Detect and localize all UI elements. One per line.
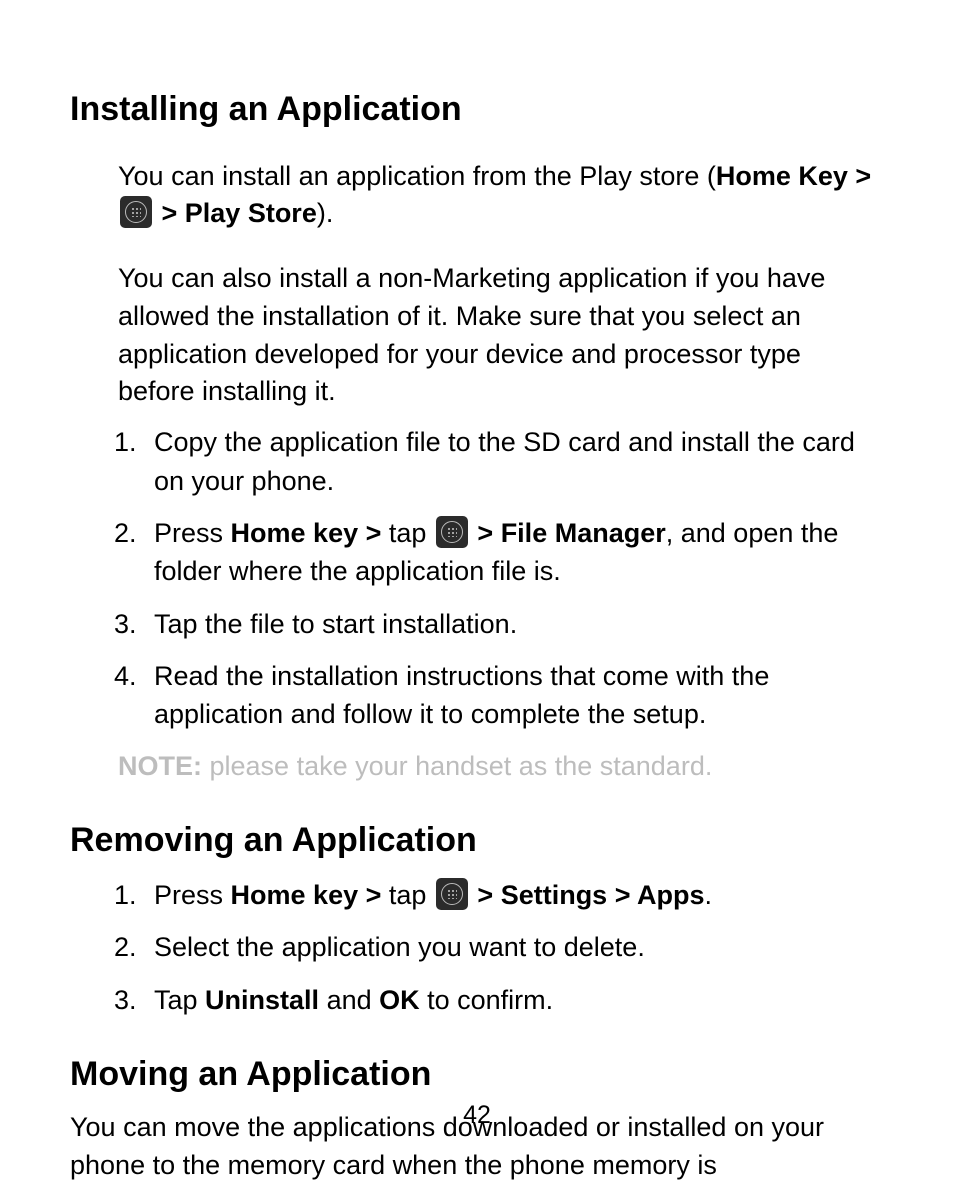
- bold-text: Uninstall: [205, 985, 319, 1015]
- bold-text: > Settings > Apps: [470, 880, 705, 910]
- text: tap: [389, 518, 434, 548]
- bold-text: > File Manager: [470, 518, 666, 548]
- text: tap: [389, 880, 434, 910]
- text: and: [319, 985, 379, 1015]
- heading-installing: Installing an Application: [70, 88, 884, 131]
- page-number: 42: [0, 1101, 954, 1130]
- apps-grid-icon: [120, 196, 152, 228]
- heading-removing: Removing an Application: [70, 819, 884, 862]
- text: Press: [154, 880, 231, 910]
- bold-text: > Play Store: [154, 198, 317, 228]
- intro-paragraph-1: You can install an application from the …: [118, 158, 884, 234]
- text: to confirm.: [420, 985, 554, 1015]
- text: You can install an application from the …: [118, 161, 716, 191]
- bold-text: OK: [379, 985, 420, 1015]
- remove-steps-list: Press Home key > tap > Settings > Apps. …: [70, 876, 884, 1019]
- step-item: Read the installation instructions that …: [144, 657, 884, 734]
- install-steps-list: Copy the application file to the SD card…: [70, 423, 884, 733]
- step-item: Tap the file to start installation.: [144, 605, 884, 643]
- note-line: NOTE: please take your handset as the st…: [118, 748, 884, 786]
- note-text: please take your handset as the standard…: [202, 751, 712, 781]
- bold-text: Home Key >: [716, 161, 871, 191]
- document-page: Installing an Application You can instal…: [0, 0, 954, 1168]
- step-item: Press Home key > tap > File Manager, and…: [144, 514, 884, 591]
- note-label: NOTE:: [118, 751, 202, 781]
- text: ).: [317, 198, 334, 228]
- apps-grid-icon: [436, 516, 468, 548]
- step-item: Copy the application file to the SD card…: [144, 423, 884, 500]
- bold-text: Home key >: [231, 518, 389, 548]
- text: Press: [154, 518, 231, 548]
- text: .: [704, 880, 712, 910]
- step-item: Press Home key > tap > Settings > Apps.: [144, 876, 884, 914]
- heading-moving: Moving an Application: [70, 1053, 884, 1096]
- bold-text: Home key >: [231, 880, 389, 910]
- step-item: Select the application you want to delet…: [144, 928, 884, 966]
- step-item: Tap Uninstall and OK to confirm.: [144, 981, 884, 1019]
- text: Tap: [154, 985, 205, 1015]
- intro-paragraph-2: You can also install a non-Marketing app…: [118, 260, 884, 411]
- apps-grid-icon: [436, 878, 468, 910]
